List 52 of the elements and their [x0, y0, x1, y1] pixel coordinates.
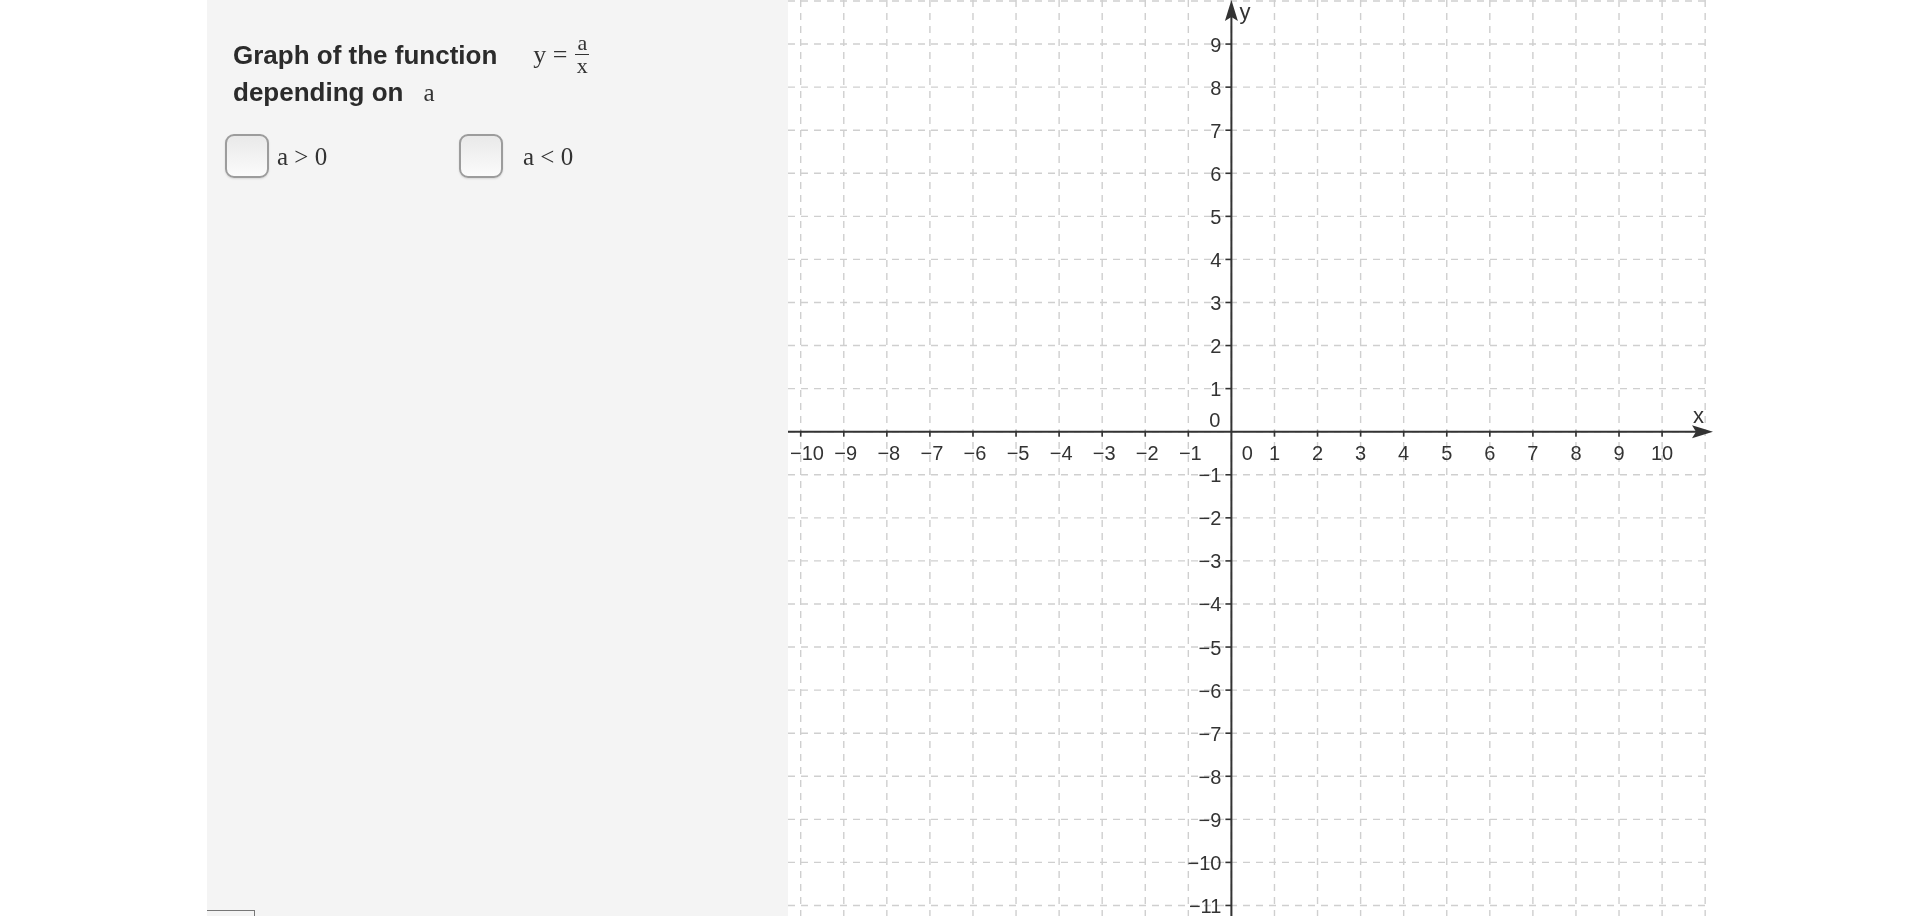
variable-text: a [423, 78, 435, 108]
tick-label: 10 [1650, 441, 1674, 464]
heading-text: depending on [233, 77, 404, 107]
checkbox-label[interactable]: a > 0 [277, 140, 328, 172]
tick-label: 0 [1209, 408, 1221, 431]
tick-label: −2 [1198, 507, 1222, 530]
tick-label: −10 [790, 441, 824, 464]
tick-label: −10 [1187, 851, 1222, 874]
axis-label: y [1239, 0, 1251, 24]
checkbox[interactable] [459, 134, 503, 178]
checkbox-label[interactable]: a < 0 [523, 140, 574, 172]
tick-label: −4 [1049, 441, 1073, 464]
tick-label: 6 [1210, 162, 1222, 185]
tick-label: −5 [1006, 441, 1030, 464]
tick-label: 4 [1210, 248, 1222, 271]
tick-label: 8 [1210, 76, 1222, 99]
tick-label: −7 [1198, 722, 1222, 745]
tick-label: −9 [834, 441, 858, 464]
tick-label: 6 [1484, 441, 1496, 464]
tick-label: −6 [963, 441, 987, 464]
tick-label: −4 [1198, 593, 1222, 616]
tick-label: 9 [1613, 441, 1625, 464]
tick-label: −3 [1092, 441, 1116, 464]
tick-label: 3 [1210, 292, 1222, 314]
tick-label: 1 [1210, 378, 1222, 401]
tick-label: 8 [1570, 441, 1582, 464]
corner-line [207, 910, 255, 916]
tick-label: 4 [1398, 441, 1410, 464]
tick-label: 3 [1355, 441, 1367, 464]
heading-text: Graph of the function [233, 39, 498, 70]
tick-label: −7 [920, 441, 944, 464]
tick-label: −11 [1188, 894, 1222, 916]
tick-label: 1 [1268, 441, 1281, 464]
tick-label: 0 [1241, 441, 1253, 464]
tick-label: 5 [1441, 441, 1453, 464]
tick-label: 7 [1210, 119, 1222, 142]
tick-label: 5 [1210, 205, 1222, 228]
tick-label: −3 [1198, 550, 1222, 573]
axis-label: x [1693, 402, 1704, 428]
tick-label: −5 [1198, 636, 1222, 659]
tick-label: −1 [1178, 441, 1202, 464]
tick-label: 2 [1210, 335, 1222, 358]
tick-label: −1 [1198, 464, 1222, 487]
checkbox[interactable] [225, 134, 269, 178]
tick-label: −8 [1198, 765, 1222, 788]
tick-label: −2 [1135, 441, 1159, 464]
tick-label: −9 [1198, 808, 1222, 831]
tick-label: −6 [1198, 679, 1222, 702]
tick-label: −8 [877, 441, 901, 464]
tick-label: 9 [1210, 33, 1222, 56]
tick-label: 7 [1527, 441, 1539, 464]
tick-label: 2 [1312, 441, 1324, 464]
